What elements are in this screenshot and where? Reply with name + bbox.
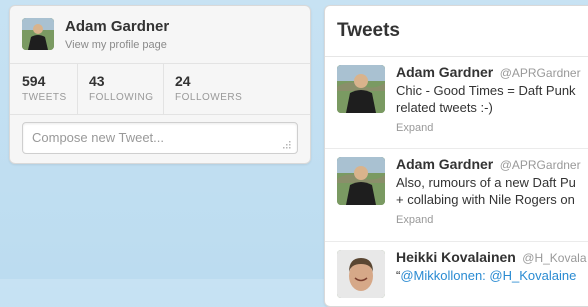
mention-link[interactable]: @Mikkollonen: @H_Kovalaine <box>400 268 576 283</box>
tweet-text: “@Mikkollonen: @H_Kovalaine <box>396 267 588 284</box>
tweet-author-name[interactable]: Adam Gardner <box>396 156 493 172</box>
stat-label: FOLLOWING <box>89 92 154 103</box>
tweet-item[interactable]: Heikki Kovalainen @H_Kovala “@Mikkollone… <box>325 242 588 302</box>
expand-link[interactable]: Expand <box>396 122 433 134</box>
tweet-text: Also, rumours of a new Daft Pu + collabi… <box>396 175 576 207</box>
stat-count: 594 <box>22 73 46 89</box>
tweet-author: Adam Gardner @APRGardner <box>396 156 581 174</box>
view-profile-link[interactable]: View my profile page <box>65 39 167 51</box>
tweet-avatar[interactable] <box>337 65 385 113</box>
tweet-avatar[interactable] <box>337 157 385 205</box>
stat-tweets[interactable]: 594 TWEETS <box>10 64 77 114</box>
profile-header: Adam Gardner View my profile page <box>22 18 298 58</box>
tweet-author-handle[interactable]: @APRGardner <box>500 66 581 80</box>
profile-card: Adam Gardner View my profile page 594 TW… <box>9 5 311 164</box>
tweet-avatar[interactable] <box>337 250 385 298</box>
tweets-heading: Tweets <box>337 20 401 41</box>
compose-tweet-box[interactable] <box>22 122 298 154</box>
profile-stats: 594 TWEETS 43 FOLLOWING 24 FOLLOWERS <box>10 63 310 115</box>
tweet-author-handle[interactable]: @APRGardner <box>500 158 581 172</box>
tweet-item[interactable]: Adam Gardner @APRGardner Chic - Good Tim… <box>325 57 588 149</box>
tweets-panel: Tweets Adam Gardner @APRGardner Chic - G… <box>324 5 588 307</box>
expand-link[interactable]: Expand <box>396 214 433 226</box>
tweet-author-handle[interactable]: @H_Kovala <box>522 251 586 265</box>
tweet-item[interactable]: Adam Gardner @APRGardner Also, rumours o… <box>325 149 588 242</box>
stat-count: 43 <box>89 73 105 89</box>
stat-label: FOLLOWERS <box>175 92 243 103</box>
person-icon <box>22 18 54 50</box>
compose-tweet-input[interactable] <box>23 123 291 151</box>
tweet-author-name[interactable]: Adam Gardner <box>396 64 493 80</box>
stat-count: 24 <box>175 73 191 89</box>
person-icon <box>337 250 385 298</box>
tweet-text: Chic - Good Times = Daft Punk related tw… <box>396 83 576 115</box>
profile-name[interactable]: Adam Gardner <box>65 18 169 35</box>
tweet-author: Heikki Kovalainen @H_Kovala <box>396 249 587 267</box>
stat-followers[interactable]: 24 FOLLOWERS <box>164 64 264 114</box>
stat-following[interactable]: 43 FOLLOWING <box>78 64 163 114</box>
tweet-author-name[interactable]: Heikki Kovalainen <box>396 249 516 265</box>
person-icon <box>337 65 385 113</box>
person-icon <box>337 157 385 205</box>
resize-grip-icon[interactable] <box>281 139 291 149</box>
stat-label: TWEETS <box>22 92 67 103</box>
profile-avatar[interactable] <box>22 18 54 50</box>
tweet-author: Adam Gardner @APRGardner <box>396 64 581 82</box>
